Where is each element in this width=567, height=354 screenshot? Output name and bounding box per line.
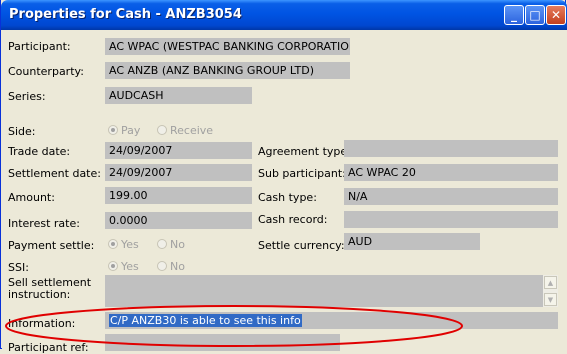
properties-window: Properties for Cash - ANZB3054 _ □ ✕ Par… xyxy=(0,0,567,354)
annotation-ellipse xyxy=(5,305,463,347)
